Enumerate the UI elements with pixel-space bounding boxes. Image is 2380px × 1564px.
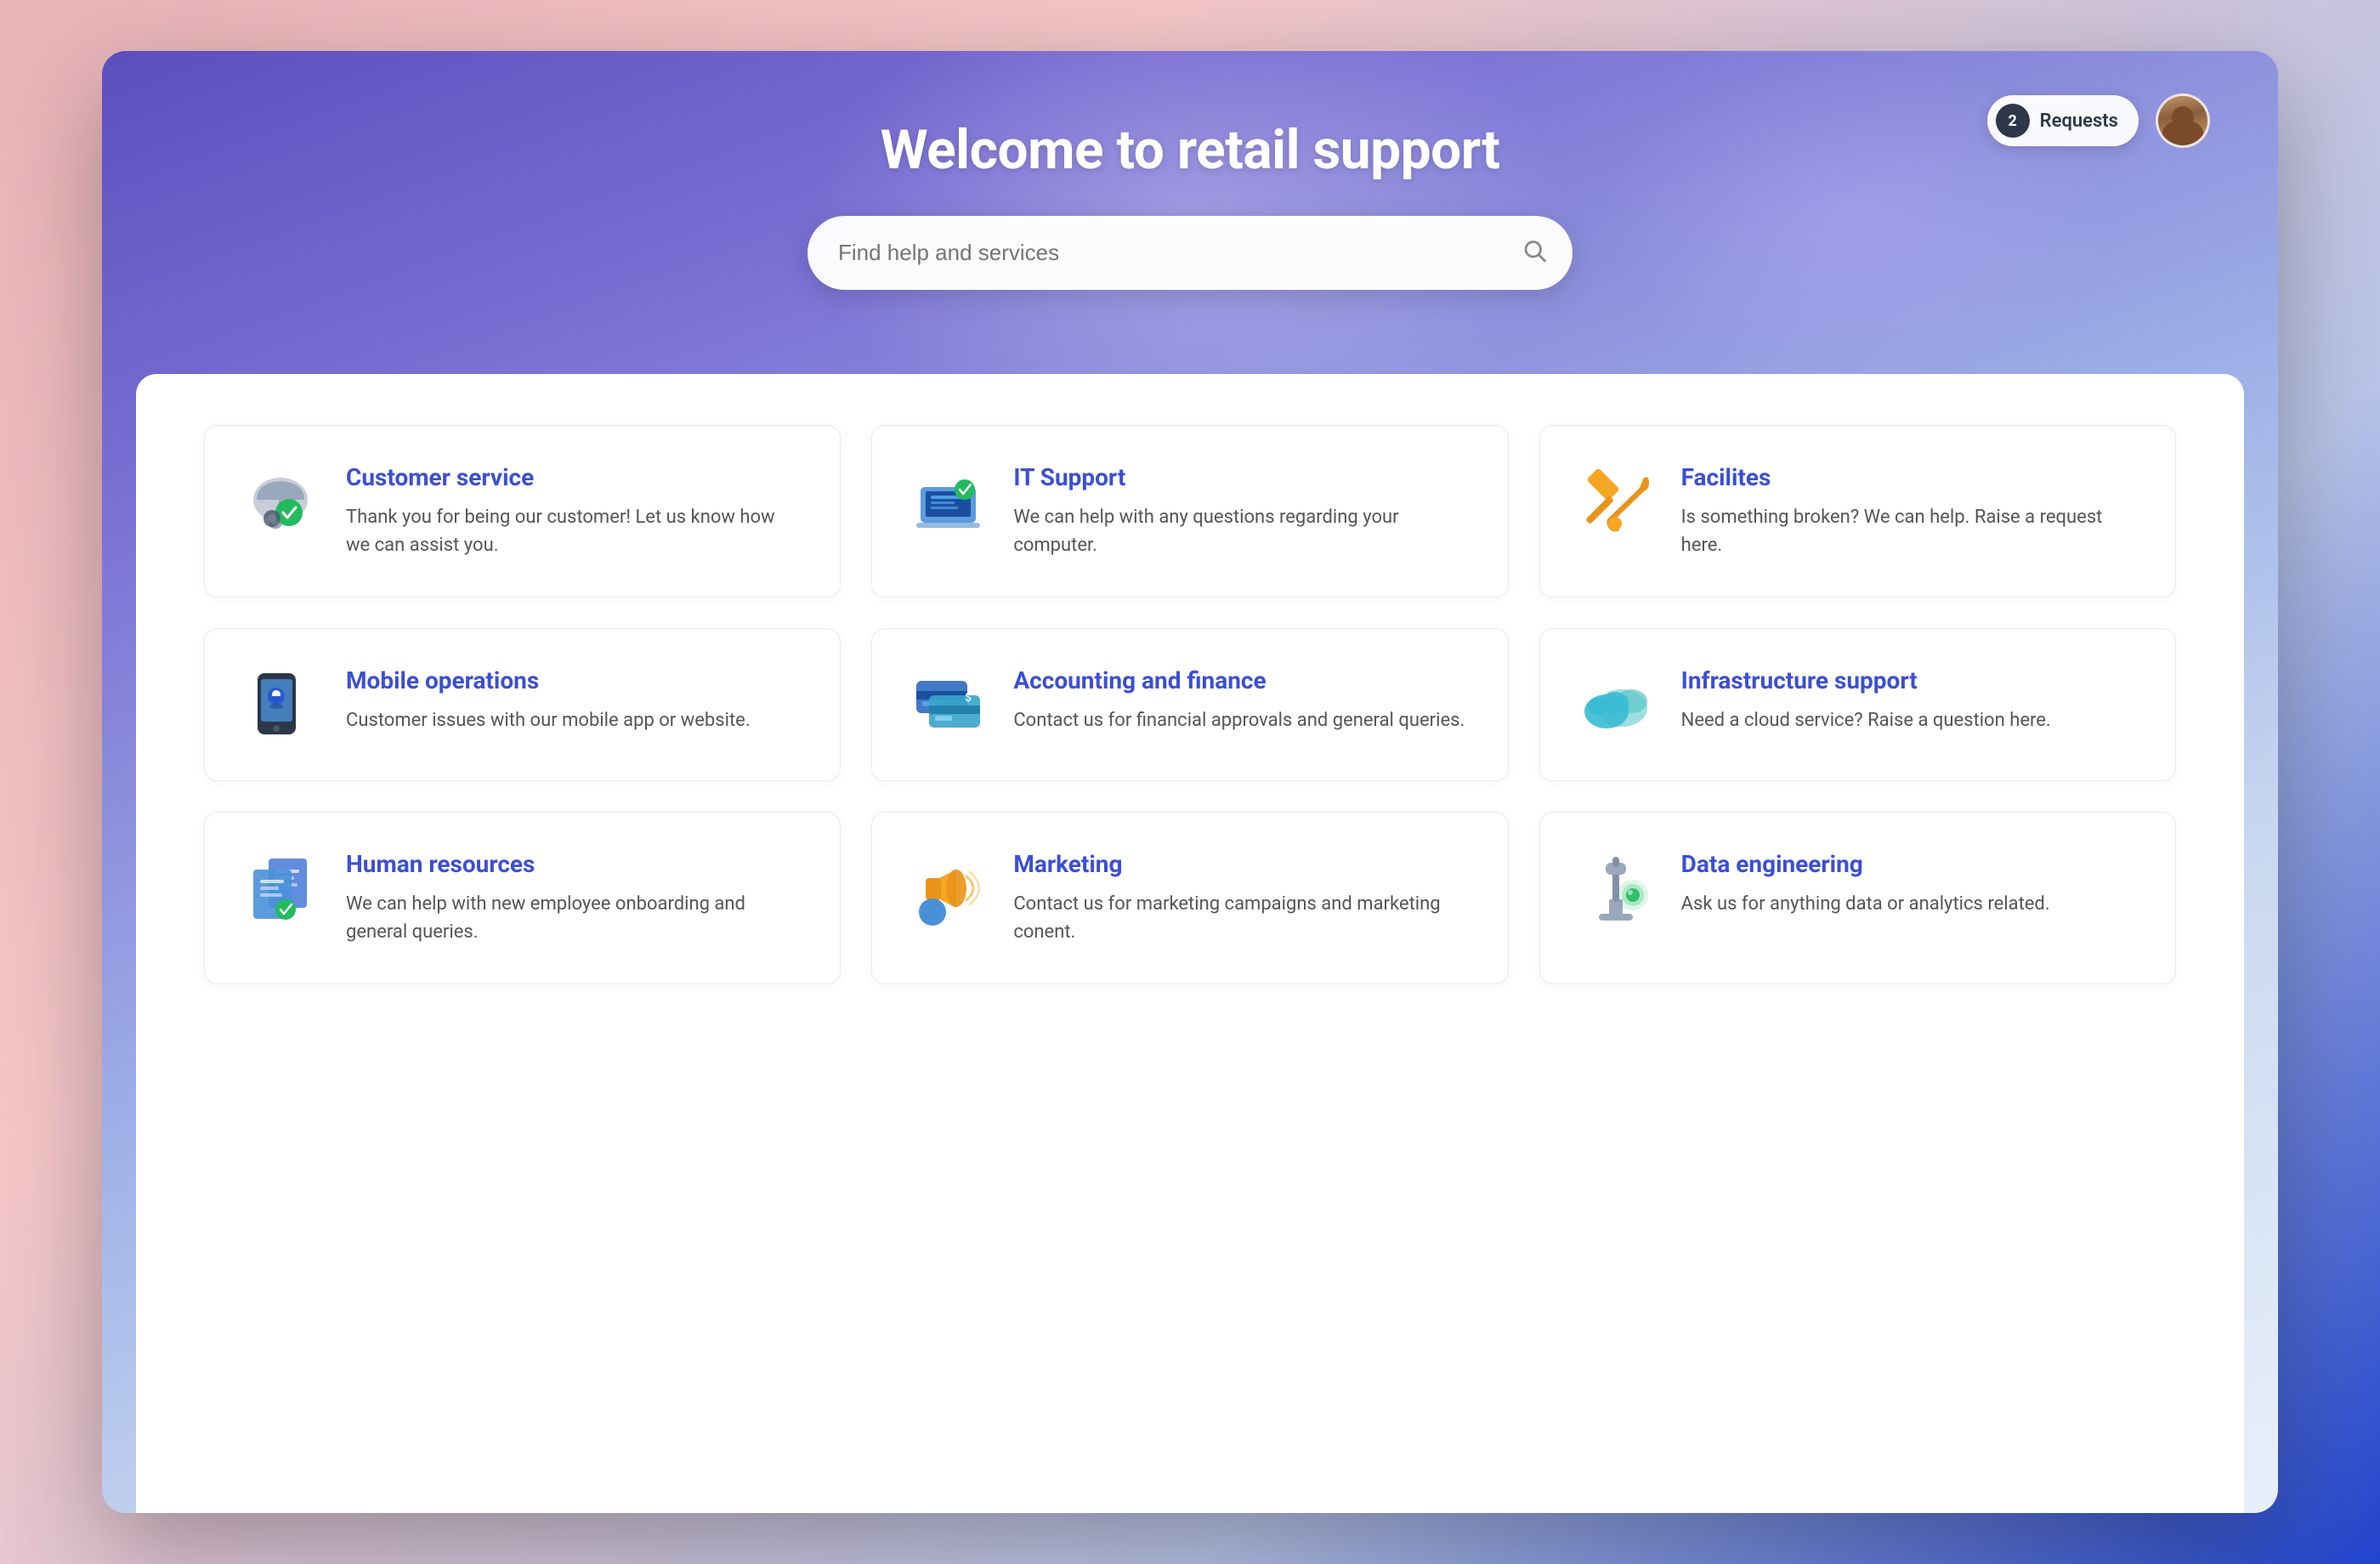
card-accounting-finance[interactable]: $ Accounting and finance Contact us for … [871,628,1508,781]
card-facilities-text: Facilites Is something broken? We can he… [1681,463,2138,559]
card-facilities-desc: Is something broken? We can help. Raise … [1681,503,2138,559]
customer-service-icon [242,463,319,540]
card-infrastructure[interactable]: Infrastructure support Need a cloud serv… [1539,628,2176,781]
card-data-engineering-title: Data engineering [1681,850,2138,878]
card-mobile-operations-title: Mobile operations [346,666,802,694]
search-input[interactable] [808,216,1572,290]
card-hr-text: Human resources We can help with new emp… [346,850,802,946]
card-hr[interactable]: Human resources We can help with new emp… [204,812,841,984]
card-data-engineering-desc: Ask us for anything data or analytics re… [1681,890,2138,918]
card-customer-service-title: Customer service [346,463,802,491]
card-infrastructure-title: Infrastructure support [1681,666,2138,694]
card-data-engineering-text: Data engineering Ask us for anything dat… [1681,850,2138,918]
accounting-icon: $ [910,666,986,743]
card-hr-desc: We can help with new employee onboarding… [346,890,802,946]
card-marketing[interactable]: Marketing Contact us for marketing campa… [871,812,1508,984]
facilities-icon [1578,463,1654,540]
card-customer-service-desc: Thank you for being our customer! Let us… [346,503,802,559]
card-it-support-title: IT Support [1013,463,1470,491]
card-facilities-title: Facilites [1681,463,2138,491]
card-it-support[interactable]: IT Support We can help with any question… [871,425,1508,598]
top-bar: 2 Requests [1987,94,2210,148]
app-container: 2 Requests Welcome to retail support [102,51,2278,1513]
search-icon [1522,237,1547,269]
main-content: Customer service Thank you for being our… [136,374,2244,1513]
card-customer-service[interactable]: Customer service Thank you for being our… [204,425,841,598]
card-customer-service-text: Customer service Thank you for being our… [346,463,802,559]
card-hr-title: Human resources [346,850,802,878]
requests-count: 2 [1996,104,2030,138]
mobile-operations-icon [242,666,319,743]
card-marketing-title: Marketing [1013,850,1470,878]
svg-text:$: $ [965,690,972,705]
requests-label: Requests [2040,110,2118,132]
card-it-support-desc: We can help with any questions regarding… [1013,503,1470,559]
card-accounting-text: Accounting and finance Contact us for fi… [1013,666,1470,734]
card-marketing-desc: Contact us for marketing campaigns and m… [1013,890,1470,946]
data-engineering-icon [1578,850,1654,926]
cards-grid: Customer service Thank you for being our… [204,425,2176,984]
card-accounting-title: Accounting and finance [1013,666,1470,694]
card-mobile-operations-text: Mobile operations Customer issues with o… [346,666,802,734]
card-it-support-text: IT Support We can help with any question… [1013,463,1470,559]
card-marketing-text: Marketing Contact us for marketing campa… [1013,850,1470,946]
marketing-icon [910,850,986,926]
card-mobile-operations[interactable]: Mobile operations Customer issues with o… [204,628,841,781]
requests-badge[interactable]: 2 Requests [1987,95,2139,146]
avatar-image [2158,96,2207,145]
header-section: 2 Requests Welcome to retail support [102,51,2278,374]
hr-icon [242,850,319,926]
infrastructure-icon [1578,666,1654,743]
search-bar [808,216,1572,290]
card-infrastructure-text: Infrastructure support Need a cloud serv… [1681,666,2138,734]
card-accounting-desc: Contact us for financial approvals and g… [1013,706,1470,734]
avatar[interactable] [2156,94,2210,148]
card-mobile-operations-desc: Customer issues with our mobile app or w… [346,706,802,734]
card-facilities[interactable]: Facilites Is something broken? We can he… [1539,425,2176,598]
card-infrastructure-desc: Need a cloud service? Raise a question h… [1681,706,2138,734]
card-data-engineering[interactable]: Data engineering Ask us for anything dat… [1539,812,2176,984]
it-support-icon [910,463,986,540]
page-title: Welcome to retail support [881,118,1500,182]
